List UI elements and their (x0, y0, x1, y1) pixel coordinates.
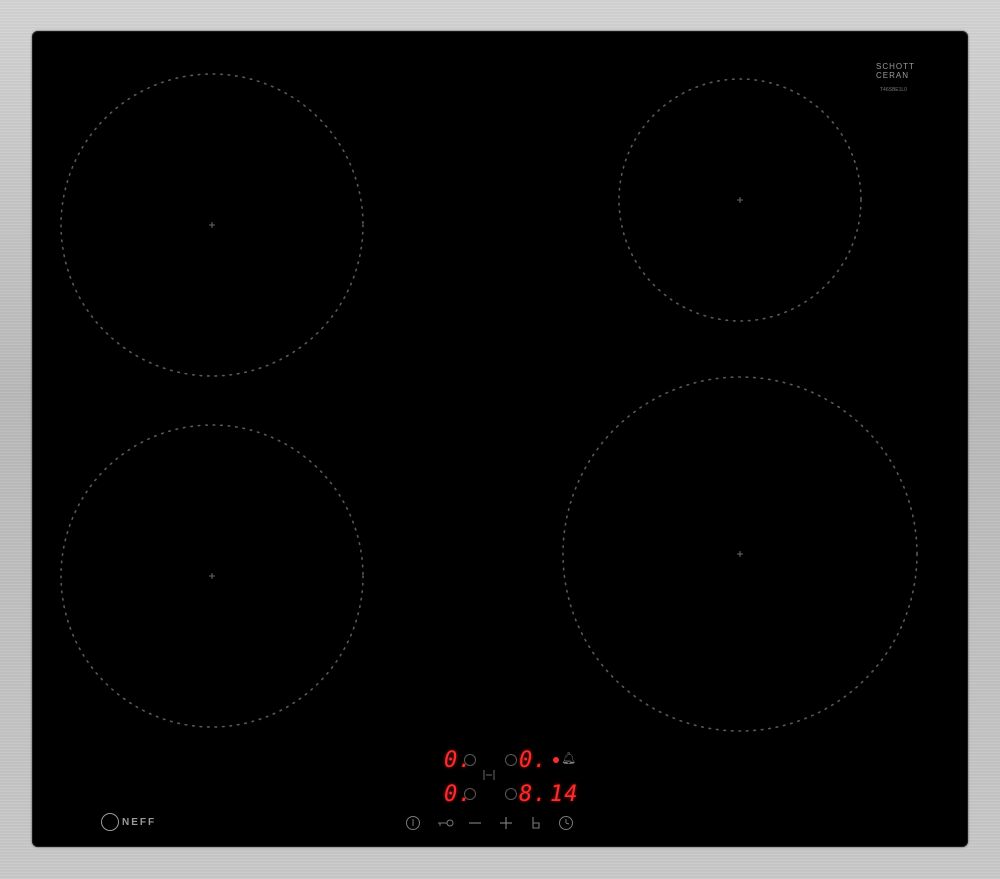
zone-select-front-left-indicator[interactable] (464, 788, 476, 800)
zone-center-mark (209, 573, 215, 579)
zone-center-mark (737, 197, 743, 203)
zone-center-mark (209, 222, 215, 228)
cooking-zones (60, 73, 918, 780)
boost-button[interactable] (525, 812, 547, 834)
plus-button[interactable] (495, 812, 517, 834)
power-icon (406, 816, 420, 830)
display-timer: 14 (550, 782, 579, 807)
plus-icon (500, 817, 512, 829)
schott-ceran-logo: SCHOTT CERAN (876, 62, 915, 80)
bell-icon: 🔔︎ (561, 751, 577, 765)
neff-logo: NEFF (101, 813, 156, 831)
timer-button[interactable] (555, 812, 577, 834)
power-button[interactable] (402, 812, 424, 834)
zone-link-icon (483, 770, 495, 780)
zone-select-rear-right-indicator[interactable] (505, 754, 517, 766)
boost-icon (532, 817, 540, 829)
model-code: T46SBE1L0 (880, 87, 907, 93)
zone-select-rear-left-indicator[interactable] (464, 754, 476, 766)
neff-logo-circle (101, 813, 119, 831)
key-icon (438, 819, 454, 827)
display-rear-right: 0. (519, 748, 548, 773)
display-front-right: 8. (519, 782, 548, 807)
minus-icon (469, 822, 481, 824)
child-lock-button[interactable] (434, 812, 456, 834)
zone-select-front-right-indicator[interactable] (505, 788, 517, 800)
minus-button[interactable] (464, 812, 486, 834)
timer-icon (559, 816, 573, 830)
timer-active-dot (553, 757, 559, 763)
zone-center-mark (737, 551, 743, 557)
brand-name: NEFF (122, 816, 157, 828)
